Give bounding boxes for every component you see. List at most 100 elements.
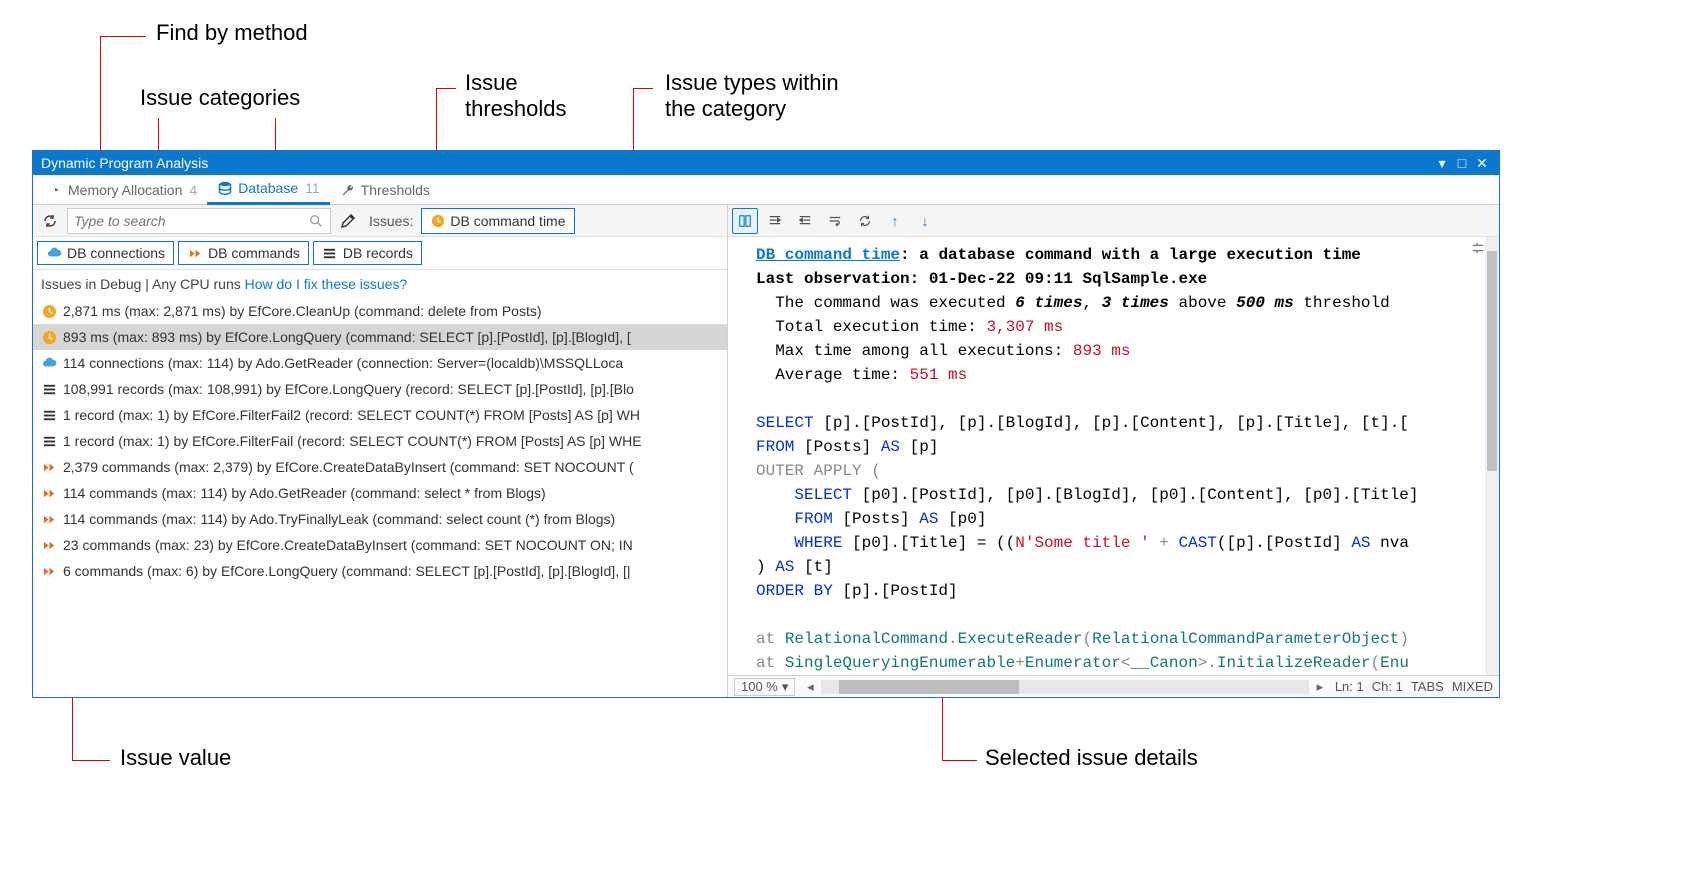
horizontal-scrollbar[interactable] — [821, 680, 1308, 694]
filter-label: DB connections — [67, 245, 165, 261]
scroll-thumb[interactable] — [839, 680, 1019, 694]
issue-row[interactable]: 2,871 ms (max: 2,871 ms) by EfCore.Clean… — [33, 298, 727, 324]
filter-label: DB records — [343, 245, 413, 261]
window-title: Dynamic Program Analysis — [41, 155, 1431, 171]
scroll-left-icon[interactable]: ◂ — [803, 680, 817, 694]
status-tabs: TABS — [1411, 679, 1444, 694]
arrows-icon — [41, 485, 57, 501]
vertical-scrollbar[interactable] — [1485, 237, 1499, 675]
tab-label: Memory Allocation — [68, 182, 182, 198]
issue-row[interactable]: 6 commands (max: 6) by EfCore.LongQuery … — [33, 558, 727, 584]
pie-icon: ◔ — [47, 182, 63, 198]
zoom-value: 100 % — [741, 679, 778, 694]
chevron-down-icon: ▾ — [782, 679, 789, 695]
annotation-thresholds: Issue thresholds — [465, 70, 567, 122]
issue-text: 114 commands (max: 114) by Ado.TryFinall… — [63, 511, 615, 527]
clock-icon — [430, 213, 446, 229]
tab-count: 11 — [305, 180, 320, 196]
header-text: Issues in Debug | Any CPU runs — [41, 276, 245, 292]
tab-label: Thresholds — [361, 182, 430, 198]
issue-text: 2,379 commands (max: 2,379) by EfCore.Cr… — [63, 459, 634, 475]
arrows-icon — [187, 245, 203, 261]
records-icon — [41, 433, 57, 449]
scroll-right-icon[interactable]: ▸ — [1313, 680, 1327, 694]
dropdown-icon[interactable]: ▾ — [1433, 154, 1451, 172]
status-ln: Ln: 1 — [1335, 679, 1364, 694]
filter-db-connections[interactable]: DB connections — [37, 241, 174, 265]
up-button[interactable]: ↑ — [882, 208, 908, 234]
issue-text: 1 record (max: 1) by EfCore.FilterFail (… — [63, 433, 642, 449]
tab-database[interactable]: Database 11 — [207, 175, 329, 205]
issue-row[interactable]: 23 commands (max: 23) by EfCore.CreateDa… — [33, 532, 727, 558]
right-pane: ↑ ↓ DB command time: a database command … — [728, 205, 1499, 697]
issues-label: Issues: — [365, 213, 417, 229]
maximize-icon[interactable]: □ — [1453, 154, 1471, 172]
issue-text: 893 ms (max: 893 ms) by EfCore.LongQuery… — [63, 329, 631, 345]
detail-viewer: DB command time: a database command with… — [728, 237, 1499, 675]
issue-text: 108,991 records (max: 108,991) by EfCore… — [63, 381, 634, 397]
edit-button[interactable] — [335, 208, 361, 234]
outdent-button[interactable] — [762, 208, 788, 234]
zoom-control[interactable]: 100 % ▾ — [734, 678, 795, 696]
issue-text: 6 commands (max: 6) by EfCore.LongQuery … — [63, 563, 631, 579]
scroll-thumb[interactable] — [1487, 251, 1497, 471]
left-toolbar: Issues: DB command time — [33, 205, 727, 237]
annotation-value: Issue value — [120, 745, 231, 771]
tool-window: Dynamic Program Analysis ▾ □ ✕ ◔ Memory … — [32, 150, 1500, 698]
records-icon — [41, 407, 57, 423]
titlebar: Dynamic Program Analysis ▾ □ ✕ — [33, 151, 1499, 175]
tab-memory-allocation[interactable]: ◔ Memory Allocation 4 — [37, 175, 207, 205]
issue-text: 114 connections (max: 114) by Ado.GetRea… — [63, 355, 623, 371]
toggle-layout-button[interactable] — [732, 208, 758, 234]
annotation-types: Issue types within the category — [665, 70, 839, 122]
issues-header: Issues in Debug | Any CPU runs How do I … — [33, 270, 727, 298]
indent-button[interactable] — [792, 208, 818, 234]
filter-db-commands[interactable]: DB commands — [178, 241, 309, 265]
issue-row[interactable]: 114 commands (max: 114) by Ado.TryFinall… — [33, 506, 727, 532]
issue-row[interactable]: 2,379 commands (max: 2,379) by EfCore.Cr… — [33, 454, 727, 480]
arrows-icon — [41, 537, 57, 553]
database-icon — [217, 180, 233, 196]
tab-thresholds[interactable]: Thresholds — [330, 175, 440, 205]
issue-list: 2,871 ms (max: 2,871 ms) by EfCore.Clean… — [33, 298, 727, 697]
issue-type-link[interactable]: DB command time — [756, 246, 900, 264]
help-link[interactable]: How do I fix these issues? — [245, 276, 408, 292]
sync-button[interactable] — [852, 208, 878, 234]
annotation-categories: Issue categories — [140, 85, 300, 111]
filter-db-records[interactable]: DB records — [313, 241, 422, 265]
cloud-icon — [46, 245, 62, 261]
records-icon — [322, 245, 338, 261]
clock-icon — [41, 329, 57, 345]
wrench-icon — [340, 182, 356, 198]
arrows-icon — [41, 459, 57, 475]
search-field[interactable] — [74, 213, 308, 229]
wrap-button[interactable] — [822, 208, 848, 234]
gutter-widget-icon[interactable] — [1471, 241, 1485, 259]
filter-row: DB connections DB commands DB records — [33, 237, 727, 270]
annotation-find: Find by method — [156, 20, 308, 46]
search-input[interactable] — [67, 208, 331, 234]
filter-label: DB command time — [450, 213, 565, 229]
tab-count: 4 — [189, 182, 197, 198]
down-button[interactable]: ↓ — [912, 208, 938, 234]
issue-text: 2,871 ms (max: 2,871 ms) by EfCore.Clean… — [63, 303, 542, 319]
annotation-selected: Selected issue details — [985, 745, 1198, 771]
refresh-button[interactable] — [37, 208, 63, 234]
arrows-icon — [41, 511, 57, 527]
arrows-icon — [41, 563, 57, 579]
issue-row[interactable]: 1 record (max: 1) by EfCore.FilterFail (… — [33, 428, 727, 454]
issue-row[interactable]: 893 ms (max: 893 ms) by EfCore.LongQuery… — [33, 324, 727, 350]
records-icon — [41, 381, 57, 397]
issue-type-filter[interactable]: DB command time — [421, 208, 574, 234]
issue-row[interactable]: 108,991 records (max: 108,991) by EfCore… — [33, 376, 727, 402]
right-toolbar: ↑ ↓ — [728, 205, 1499, 237]
issue-row[interactable]: 114 connections (max: 114) by Ado.GetRea… — [33, 350, 727, 376]
status-mixed: MIXED — [1452, 679, 1493, 694]
issue-row[interactable]: 114 commands (max: 114) by Ado.GetReader… — [33, 480, 727, 506]
close-icon[interactable]: ✕ — [1473, 154, 1491, 172]
clock-icon — [41, 303, 57, 319]
search-icon — [308, 213, 324, 229]
issue-row[interactable]: 1 record (max: 1) by EfCore.FilterFail2 … — [33, 402, 727, 428]
issue-text: 23 commands (max: 23) by EfCore.CreateDa… — [63, 537, 633, 553]
filter-label: DB commands — [208, 245, 300, 261]
